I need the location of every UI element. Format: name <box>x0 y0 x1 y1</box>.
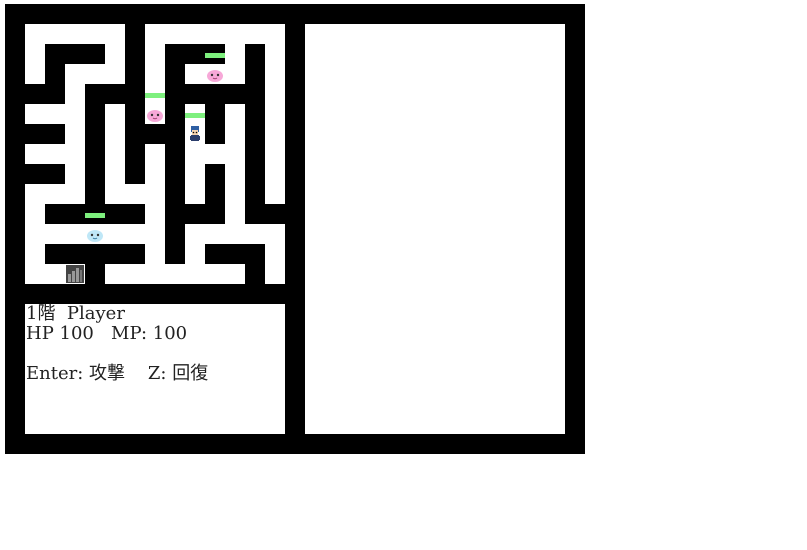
controls-hint: Enter: 攻撃 Z: 回復 <box>26 363 209 384</box>
maze-wall <box>205 84 225 144</box>
blue-slime-icon <box>87 230 103 242</box>
player-hero-icon <box>190 126 200 141</box>
pink-slime-icon <box>147 110 163 122</box>
hp-bar <box>145 93 165 98</box>
pink-slime-enemy <box>205 64 225 84</box>
maze-wall <box>165 184 185 264</box>
maze-wall <box>125 104 145 184</box>
blue-slime-enemy <box>85 224 105 244</box>
maze-wall <box>165 44 185 184</box>
maze-wall <box>245 264 265 284</box>
hp-mp-readout: HP 100 MP: 100 <box>26 323 188 344</box>
maze-wall <box>45 44 65 84</box>
maze-wall <box>245 204 285 224</box>
maze-wall <box>85 264 105 284</box>
hp-bar <box>85 213 105 218</box>
blank-line: ​ <box>25 344 285 364</box>
player-hero-sprite <box>185 124 205 144</box>
hp-bar <box>185 113 205 118</box>
stairs-down-icon <box>65 264 85 284</box>
pink-slime-icon <box>207 70 223 82</box>
side-panel <box>305 24 565 434</box>
maze-wall <box>205 244 265 264</box>
pink-slime-enemy <box>145 104 165 124</box>
maze-wall <box>45 244 145 264</box>
stairs-down-icon-icon <box>66 265 84 283</box>
maze-wall <box>25 124 65 144</box>
maze-wall <box>185 204 225 224</box>
maze-wall <box>145 124 185 144</box>
floor-and-player-name: 1階 Player <box>26 303 125 324</box>
maze-map <box>25 24 305 284</box>
status-panel: 1階 Player HP 100 MP: 100 ​ Enter: 攻撃 Z: … <box>25 304 285 434</box>
maze-wall <box>285 24 305 284</box>
maze-wall <box>85 84 145 104</box>
hp-bar <box>205 53 225 58</box>
game-frame: 1階 Player HP 100 MP: 100 ​ Enter: 攻撃 Z: … <box>5 4 585 454</box>
maze-wall <box>25 84 65 104</box>
maze-wall <box>25 164 65 184</box>
